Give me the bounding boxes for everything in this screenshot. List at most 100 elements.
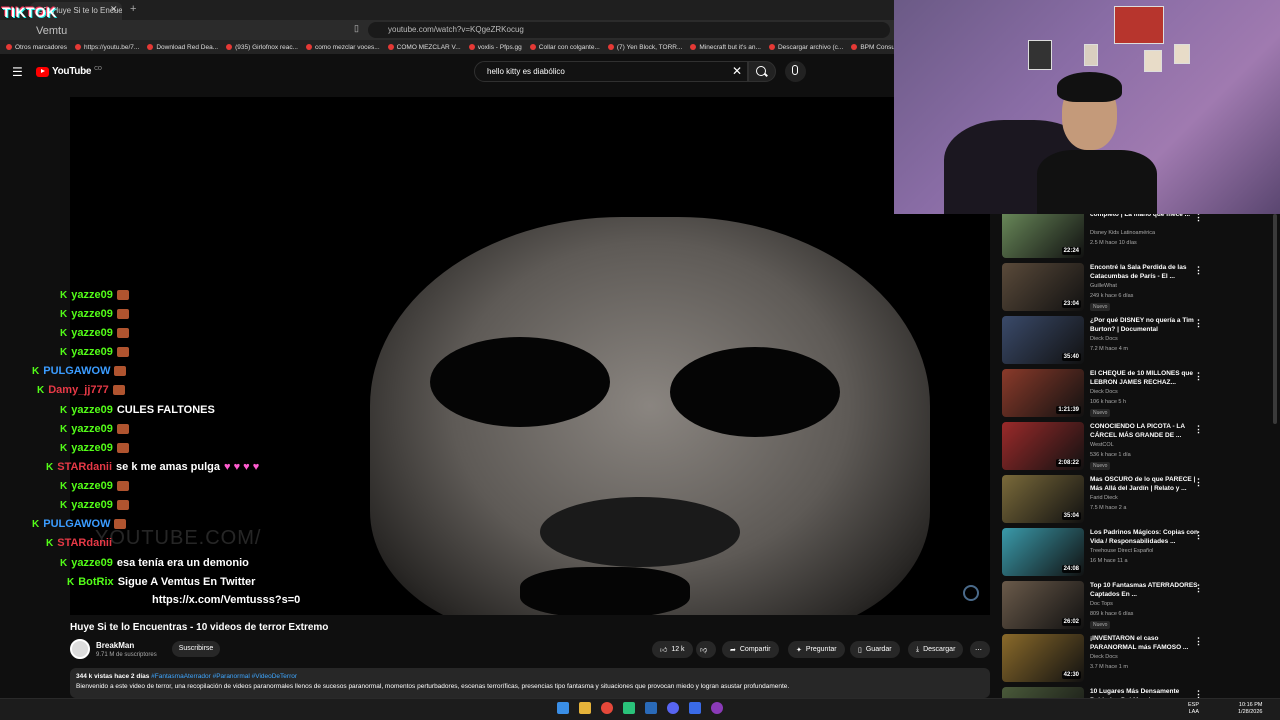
more-options-icon[interactable]: ⋮	[1194, 530, 1203, 541]
more-options-icon[interactable]: ⋮	[1194, 424, 1203, 435]
download-button[interactable]: ⤓ Descargar	[908, 641, 964, 658]
video-thumbnail[interactable]: 2:08:22	[1002, 422, 1084, 470]
bookmark-item[interactable]: COMO MEZCLAR V...	[387, 44, 461, 51]
bookmark-item[interactable]: Descargar archivo (c...	[768, 44, 843, 51]
like-button[interactable]: 👍︎ 12 k	[652, 641, 693, 658]
obs-icon[interactable]	[711, 702, 723, 714]
recommended-video[interactable]: 10 Lugares Más Densamente Poblados Del M…	[1000, 687, 1270, 698]
recommended-title[interactable]: ¿Por qué DISNEY no quería a Tim Burton? …	[1090, 316, 1202, 334]
recommended-video[interactable]: 23:04 Encontré la Sala Perdida de las Cat…	[1000, 263, 1270, 315]
more-options-icon[interactable]: ⋮	[1194, 689, 1203, 698]
recommended-title[interactable]: 10 Lugares Más Densamente Poblados Del M…	[1090, 687, 1202, 698]
recommended-title[interactable]: El CHEQUE de 10 MILLONES que LEBRON JAME…	[1090, 369, 1202, 387]
brave-browser-icon[interactable]	[601, 702, 613, 714]
bookmark-item[interactable]: Collar con colgante...	[529, 44, 600, 51]
windows-start-icon[interactable]	[557, 702, 569, 714]
recommended-video[interactable]: 22:24 completo | La mano que mece ... Disn…	[1000, 214, 1270, 262]
app-icon[interactable]	[623, 702, 635, 714]
recommended-title[interactable]: Mas OSCURO de lo que PARECE | Más Allá d…	[1090, 475, 1202, 493]
recommended-video[interactable]: 2:08:22 CONOCIENDO LA PICOTA - LA CÁRCEL …	[1000, 422, 1270, 474]
more-actions-button[interactable]: ⋯	[970, 641, 990, 658]
video-thumbnail[interactable]: 26:02	[1002, 581, 1084, 629]
video-player[interactable]: YOUTUBE.COM/	[70, 97, 990, 615]
discord-icon[interactable]	[667, 702, 679, 714]
recommended-channel[interactable]: Treehouse Direct Español	[1090, 548, 1153, 554]
dislike-button[interactable]: 👎︎	[696, 641, 716, 658]
recommended-video[interactable]: 26:02 Top 10 Fantasmas ATERRADORES Captad…	[1000, 581, 1270, 633]
more-options-icon[interactable]: ⋮	[1194, 371, 1203, 382]
bookmark-item[interactable]: BPM Consult	[851, 44, 894, 51]
channel-name[interactable]: BreakMan	[96, 641, 134, 650]
bookmark-item[interactable]: Download Red Dea...	[147, 44, 218, 51]
recommended-channel[interactable]: Disney Kids Latinoamérica	[1090, 230, 1155, 236]
recommended-video[interactable]: 24:08 Los Padrinos Mágicos: Copias con Vi…	[1000, 528, 1270, 580]
bookmark-item[interactable]: como mezclar voces...	[305, 44, 380, 51]
bookmark-item[interactable]: (7) Yen Block, TORR...	[607, 44, 682, 51]
video-thumbnail[interactable]: 42:30	[1002, 634, 1084, 682]
bookmark-icon[interactable]: ▯	[354, 23, 359, 34]
clock[interactable]: 10:16 PM 1/28/2026	[1238, 702, 1262, 716]
recommended-video[interactable]: 42:30 ¡INVENTARON el caso PARANORMAL más …	[1000, 634, 1270, 686]
tab-close-icon[interactable]: ✕	[110, 4, 118, 15]
bookmark-favicon-icon	[468, 44, 475, 50]
search-input[interactable]: hello kitty es diabólico	[474, 61, 748, 82]
sidebar-scrollbar[interactable]	[1273, 214, 1277, 424]
channel-watermark-icon[interactable]	[963, 585, 979, 601]
menu-icon[interactable]: ☰	[12, 65, 23, 79]
video-thumbnail[interactable]: 35:40	[1002, 316, 1084, 364]
bookmark-item[interactable]: Otros marcadores	[6, 44, 67, 51]
kick-badge-icon: K	[60, 327, 68, 339]
more-options-icon[interactable]: ⋮	[1194, 636, 1203, 647]
recommended-title[interactable]: Top 10 Fantasmas ATERRADORES Captados En…	[1090, 581, 1202, 599]
recommended-channel[interactable]: Farid Dieck	[1090, 495, 1118, 501]
recommended-title[interactable]: completo | La mano que mece ...	[1090, 214, 1202, 219]
recommended-channel[interactable]: Doc Tops	[1090, 601, 1113, 607]
clear-search-icon[interactable]: ✕	[732, 64, 742, 78]
recommended-channel[interactable]: Dieck Docs	[1090, 336, 1118, 342]
steam-icon[interactable]	[645, 702, 657, 714]
subscribe-button[interactable]: Suscribirse	[172, 641, 220, 657]
more-options-icon[interactable]: ⋮	[1194, 265, 1203, 276]
bookmark-item[interactable]: https://youtu.be/7...	[75, 44, 139, 51]
video-thumbnail[interactable]: 35:04	[1002, 475, 1084, 523]
more-options-icon[interactable]: ⋮	[1194, 318, 1203, 329]
more-options-icon[interactable]: ⋮	[1194, 214, 1203, 223]
bookmark-item[interactable]: (935) Girlofnox reac...	[226, 44, 298, 51]
recommended-video[interactable]: 35:40 ¿Por qué DISNEY no quería a Tim Bur…	[1000, 316, 1270, 368]
video-thumbnail[interactable]	[1002, 687, 1084, 698]
video-thumbnail[interactable]: 23:04	[1002, 263, 1084, 311]
recommended-title[interactable]: ¡INVENTARON el caso PARANORMAL más FAMOS…	[1090, 634, 1202, 652]
hashtags[interactable]: #FantasmaAterrador #Paranormal #VideoDeT…	[151, 673, 297, 680]
video-thumbnail[interactable]: 22:24	[1002, 214, 1084, 258]
recommended-title[interactable]: Los Padrinos Mágicos: Copias con Vida / …	[1090, 528, 1202, 546]
file-explorer-icon[interactable]	[579, 702, 591, 714]
bookmark-item[interactable]: Minecraft but it's an...	[690, 44, 761, 51]
recommended-channel[interactable]: Dieck Docs	[1090, 389, 1118, 395]
recommended-video[interactable]: 1:21:39 El CHEQUE de 10 MILLONES que LEBR…	[1000, 369, 1270, 421]
recommended-channel[interactable]: GuilleWhat	[1090, 283, 1117, 289]
recommended-title[interactable]: CONOCIENDO LA PICOTA - LA CÁRCEL MÁS GRA…	[1090, 422, 1202, 440]
chat-link: https://x.com/Vemtusss?s=0	[152, 594, 301, 606]
recommended-channel[interactable]: Dieck Docs	[1090, 654, 1118, 660]
recommended-channel[interactable]: WestCOL	[1090, 442, 1114, 448]
new-badge: Nuevo	[1090, 409, 1111, 417]
description-box[interactable]: 344 k vistas hace 2 días #FantasmaAterra…	[70, 668, 990, 698]
input-language[interactable]: ESP LAA	[1188, 702, 1199, 716]
video-thumbnail[interactable]: 1:21:39	[1002, 369, 1084, 417]
share-button[interactable]: ➦ Compartir	[722, 641, 779, 658]
more-options-icon[interactable]: ⋮	[1194, 477, 1203, 488]
new-tab-icon[interactable]: +	[130, 3, 136, 15]
app-icon[interactable]	[689, 702, 701, 714]
ask-button[interactable]: ✦ Preguntar	[788, 641, 845, 658]
bookmark-item[interactable]: voxlis - Pfps.gg	[468, 44, 522, 51]
kick-badge-icon: K	[32, 518, 40, 530]
video-thumbnail[interactable]: 24:08	[1002, 528, 1084, 576]
youtube-logo[interactable]: YouTube CO	[36, 66, 102, 77]
url-field[interactable]: youtube.com/watch?v=KQgeZRKocug	[368, 22, 890, 38]
channel-avatar[interactable]	[70, 639, 90, 659]
more-options-icon[interactable]: ⋮	[1194, 583, 1203, 594]
recommended-video[interactable]: 35:04 Mas OSCURO de lo que PARECE | Más A…	[1000, 475, 1270, 527]
save-button[interactable]: ▯ Guardar	[850, 641, 900, 658]
share-icon: ➦	[730, 646, 736, 654]
recommended-title[interactable]: Encontré la Sala Perdida de las Catacumb…	[1090, 263, 1202, 281]
